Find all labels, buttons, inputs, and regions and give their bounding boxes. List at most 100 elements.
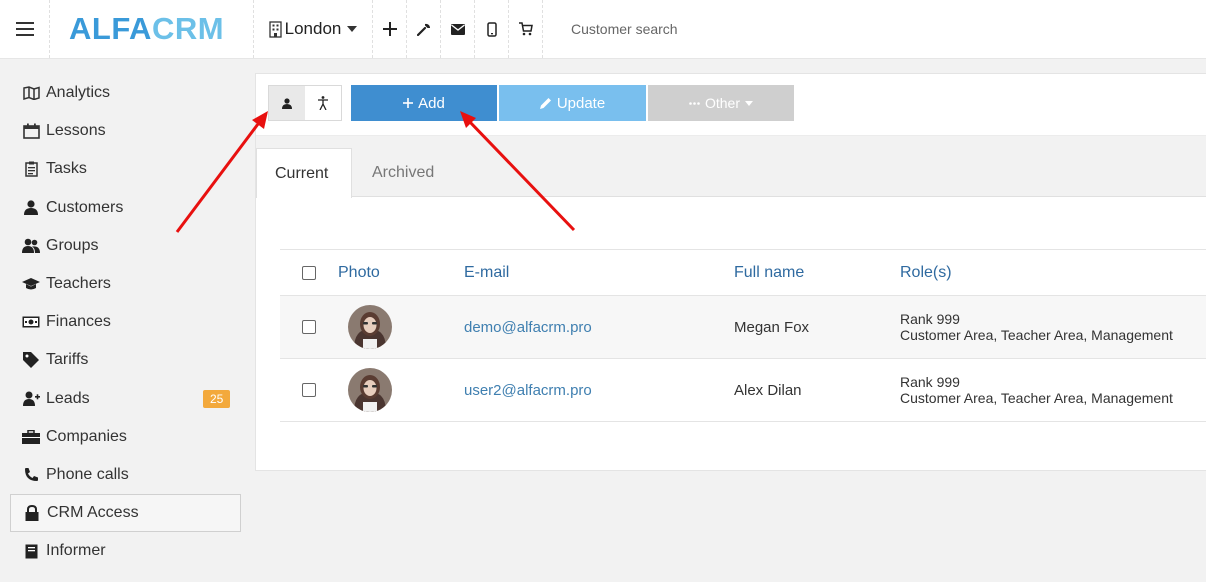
pencil-icon [539, 97, 552, 109]
row-checkbox[interactable] [302, 383, 316, 397]
map-icon [22, 84, 40, 102]
sidebar-item-label: Tasks [46, 160, 87, 178]
add-button-label: Add [418, 94, 445, 112]
customer-search-input[interactable] [571, 21, 871, 37]
tag-icon [22, 351, 40, 369]
user-rank: Rank 999 [900, 311, 960, 327]
user-icon [22, 199, 40, 217]
sidebar-item-tariffs[interactable]: Tariffs [0, 341, 254, 379]
mobile-icon [486, 21, 497, 37]
sidebar-item-label: Finances [46, 313, 111, 331]
user-full-name: Megan Fox [734, 318, 810, 336]
user-full-name: Alex Dilan [734, 381, 802, 399]
other-button-label: Other [704, 95, 740, 111]
sidebar-item-crm-access[interactable]: CRM Access [10, 494, 241, 533]
building-icon [268, 20, 282, 38]
quick-add-button[interactable] [373, 0, 407, 58]
column-header-full-name[interactable]: Full name [734, 264, 900, 282]
user-roles: Customer Area, Teacher Area, Management [900, 390, 1173, 406]
money-icon [22, 313, 40, 331]
column-header-photo[interactable]: Photo [338, 264, 464, 282]
table-header-row: Photo E-mail Full name Role(s) [280, 249, 1206, 295]
settings-button[interactable] [407, 0, 441, 58]
sidebar-item-customers[interactable]: Customers [0, 189, 254, 227]
main-panel: Add Update Other Current Archived Photo … [255, 73, 1206, 471]
user-email-link[interactable]: demo@alfacrm.pro [464, 319, 734, 336]
toolbar: Add Update Other [256, 74, 1206, 136]
logo-text-alfa: ALFA [69, 11, 152, 46]
sidebar-item-groups[interactable]: Groups [0, 227, 254, 265]
sidebar-item-informer[interactable]: Informer [0, 532, 254, 570]
row-checkbox[interactable] [302, 320, 316, 334]
select-all-checkbox[interactable] [302, 265, 316, 280]
user-email-link[interactable]: user2@alfacrm.pro [464, 382, 734, 399]
briefcase-icon [22, 428, 40, 446]
cart-button[interactable] [509, 0, 543, 58]
child-icon [318, 96, 328, 110]
add-button[interactable]: Add [351, 85, 497, 121]
user-plus-icon [22, 390, 40, 408]
sidebar-item-tasks[interactable]: Tasks [0, 150, 254, 188]
app-logo[interactable]: ALFA CRM [50, 0, 254, 58]
sms-button[interactable] [475, 0, 509, 58]
update-button[interactable]: Update [499, 85, 646, 121]
sidebar-item-companies[interactable]: Companies [0, 418, 254, 456]
sidebar-item-label: Teachers [46, 275, 111, 293]
sidebar-item-label: Customers [46, 198, 124, 216]
sidebar-item-label: Informer [46, 542, 106, 560]
sidebar-item-teachers[interactable]: Teachers [0, 265, 254, 303]
tab-current[interactable]: Current [256, 148, 352, 198]
customer-search [543, 0, 1206, 58]
users-icon [22, 237, 40, 255]
logo-text-crm: CRM [151, 11, 225, 46]
view-accessibility-toggle[interactable] [305, 86, 341, 120]
sidebar-item-label: Analytics [46, 84, 111, 102]
clipboard-icon [22, 160, 40, 178]
cart-icon [518, 22, 533, 36]
calendar-icon [22, 122, 40, 140]
hamburger-icon [15, 22, 34, 36]
menu-toggle-button[interactable] [0, 0, 50, 58]
view-toggle [268, 85, 342, 121]
view-users-toggle[interactable] [269, 86, 305, 120]
leads-count-badge: 25 [203, 389, 231, 408]
lock-icon [23, 504, 41, 522]
sidebar-item-label: Groups [46, 236, 99, 254]
users-table: Photo E-mail Full name Role(s) demo@alfa… [280, 249, 1206, 422]
sidebar-item-label: Leads [46, 389, 90, 407]
table-row[interactable]: demo@alfacrm.pro Megan Fox Rank 999 Cust… [280, 295, 1206, 358]
avatar [348, 368, 392, 412]
caret-down-icon [745, 100, 753, 106]
avatar [348, 305, 392, 349]
user-roles: Customer Area, Teacher Area, Management [900, 327, 1173, 343]
sidebar-item-label: Lessons [46, 122, 106, 140]
sidebar-item-phone-calls[interactable]: Phone calls [0, 456, 254, 494]
plus-icon [382, 22, 397, 36]
tab-archived[interactable]: Archived [354, 148, 452, 198]
branch-selector[interactable]: London [254, 0, 373, 58]
sidebar-item-finances[interactable]: Finances [0, 303, 254, 341]
phone-icon [22, 466, 40, 484]
top-bar: ALFA CRM London [0, 0, 1206, 59]
sidebar-item-label: Phone calls [46, 465, 129, 483]
sidebar-item-lessons[interactable]: Lessons [0, 112, 254, 150]
envelope-icon [450, 23, 465, 35]
table-row[interactable]: user2@alfacrm.pro Alex Dilan Rank 999 Cu… [280, 358, 1206, 421]
messages-button[interactable] [441, 0, 475, 58]
user-rank: Rank 999 [900, 374, 960, 390]
column-header-roles[interactable]: Role(s) [900, 264, 1206, 282]
table-bottom-border [280, 421, 1206, 422]
other-dropdown-button[interactable]: Other [648, 85, 794, 121]
sidebar: Analytics Lessons Tasks Customers Groups… [0, 74, 254, 570]
book-icon [22, 542, 40, 560]
plus-icon [403, 98, 414, 108]
sidebar-item-label: Companies [46, 427, 127, 445]
column-header-email[interactable]: E-mail [464, 264, 734, 282]
sidebar-item-label: CRM Access [47, 504, 139, 522]
wrench-icon [416, 23, 430, 36]
sidebar-item-leads[interactable]: Leads 25 [0, 380, 254, 418]
ellipsis-icon [689, 101, 700, 105]
user-icon [282, 97, 292, 109]
sidebar-item-analytics[interactable]: Analytics [0, 74, 254, 112]
update-button-label: Update [556, 94, 606, 112]
